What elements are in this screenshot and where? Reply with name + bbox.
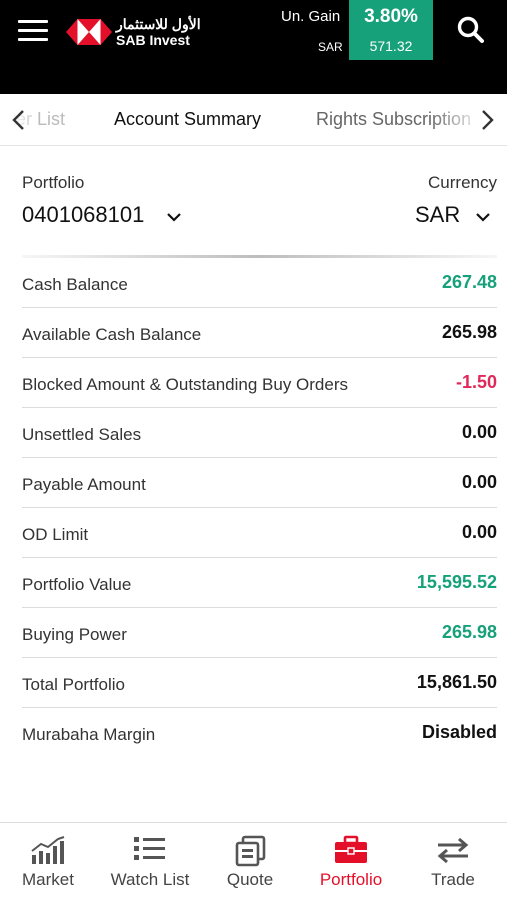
summary-row-payable-amount: Payable Amount 0.00	[22, 458, 497, 508]
row-value: 0.00	[461, 522, 497, 542]
nav-trade[interactable]: Trade	[403, 823, 503, 900]
chevron-down-icon	[167, 213, 181, 222]
chevron-left-icon[interactable]	[6, 106, 32, 134]
app-header: الأول للاستثمار SAB Invest Un. Gain SAR …	[0, 0, 507, 94]
row-label: Blocked Amount & Outstanding Buy Orders	[22, 375, 349, 394]
sab-invest-logo: الأول للاستثمار SAB Invest	[66, 16, 216, 50]
currency-label: Currency	[428, 173, 497, 192]
summary-row-blocked-amount: Blocked Amount & Outstanding Buy Orders …	[22, 358, 497, 408]
chevron-down-icon	[476, 213, 490, 222]
nav-label: Portfolio	[319, 870, 383, 889]
nav-label: Trade	[431, 870, 475, 889]
row-value: 265.98	[441, 322, 497, 342]
row-label: Portfolio Value	[22, 575, 132, 594]
logo-arabic-text: الأول للاستثمار	[116, 16, 201, 32]
summary-row-total-portfolio: Total Portfolio 15,861.50	[22, 658, 497, 708]
nav-market[interactable]: Market	[0, 823, 98, 900]
unrealized-gain-percent: 3.80%	[364, 6, 418, 27]
logo-english-text: SAB Invest	[116, 32, 190, 48]
bottom-navigation: Market Watch List Quote Portfolio Trade	[0, 822, 507, 900]
portfolio-number: 0401068101	[22, 202, 145, 227]
nav-portfolio[interactable]: Portfolio	[301, 823, 401, 900]
portfolio-label: Portfolio	[22, 173, 85, 192]
hamburger-menu-icon[interactable]	[18, 18, 50, 44]
summary-row-buying-power: Buying Power 265.98	[22, 608, 497, 658]
row-label: Payable Amount	[22, 475, 146, 494]
row-label: Total Portfolio	[22, 675, 125, 694]
search-icon[interactable]	[455, 14, 487, 46]
nav-label: Quote	[226, 870, 274, 889]
row-label: Murabaha Margin	[22, 725, 156, 744]
unrealized-gain-label: Un. Gain	[281, 8, 341, 25]
currency-value: SAR	[415, 202, 461, 227]
row-value: 267.48	[441, 272, 497, 292]
watch-list-icon	[134, 837, 165, 860]
market-chart-icon	[31, 836, 65, 864]
row-value: 0.00	[461, 422, 497, 442]
row-label: Unsettled Sales	[22, 425, 142, 444]
quote-icon	[235, 835, 266, 867]
row-value: 0.00	[461, 472, 497, 492]
summary-row-od-limit: OD Limit 0.00	[22, 508, 497, 558]
row-value: 265.98	[441, 622, 497, 642]
portfolio-dropdown[interactable]: 0401068101	[22, 202, 181, 232]
summary-row-murabaha-margin: Murabaha Margin Disabled	[22, 708, 497, 758]
row-value: Disabled	[421, 722, 497, 742]
account-summary-list: Cash Balance 267.48 Available Cash Balan…	[22, 258, 497, 758]
summary-row-available-cash-balance: Available Cash Balance 265.98	[22, 308, 497, 358]
hexagon-logo-icon	[66, 19, 112, 45]
section-tabs: der List Account Summary Rights Subscrip…	[0, 94, 507, 146]
row-value: -1.50	[455, 372, 497, 392]
nav-label: Market	[22, 870, 74, 889]
summary-row-cash-balance: Cash Balance 267.48	[22, 258, 497, 308]
row-label: Available Cash Balance	[22, 325, 202, 344]
row-value: 15,861.50	[416, 672, 497, 692]
nav-quote[interactable]: Quote	[200, 823, 300, 900]
summary-row-portfolio-value: Portfolio Value 15,595.52	[22, 558, 497, 608]
row-label: Cash Balance	[22, 275, 128, 294]
tab-account-summary[interactable]: Account Summary	[114, 109, 261, 130]
chevron-right-icon[interactable]	[474, 106, 500, 134]
summary-row-unsettled-sales: Unsettled Sales 0.00	[22, 408, 497, 458]
row-label: Buying Power	[22, 625, 127, 644]
unrealized-gain-badge: 3.80% 571.32	[349, 0, 433, 60]
nav-label: Watch List	[110, 870, 190, 889]
unrealized-gain-currency: SAR	[318, 40, 343, 54]
row-value: 15,595.52	[416, 572, 497, 592]
trade-arrows-icon	[437, 837, 469, 864]
currency-dropdown[interactable]: SAR	[415, 202, 490, 232]
unrealized-gain-value: 571.32	[369, 38, 413, 54]
nav-watch-list[interactable]: Watch List	[100, 823, 200, 900]
portfolio-briefcase-icon	[335, 835, 367, 863]
row-label: OD Limit	[22, 525, 89, 544]
